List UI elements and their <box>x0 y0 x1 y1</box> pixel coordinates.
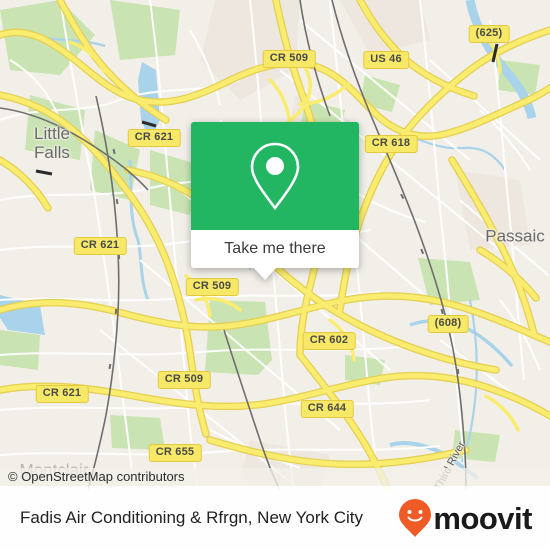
map-canvas[interactable]: Little Falls Passaic Montclair Third Riv… <box>0 0 550 490</box>
page-title: Fadis Air Conditioning & Rfrgn, New York… <box>20 508 363 527</box>
map-attribution[interactable]: © OpenStreetMap contributors <box>0 468 550 486</box>
road-shield-608[interactable]: (608) <box>427 315 469 333</box>
moovit-wordmark: moovit <box>433 500 532 536</box>
road-shield-cr-621-mid[interactable]: CR 621 <box>73 237 127 255</box>
road-shield-cr-509-mid[interactable]: CR 509 <box>185 278 239 296</box>
road-shield-cr-655[interactable]: CR 655 <box>148 444 202 462</box>
road-shield-cr-621-north[interactable]: CR 621 <box>127 129 181 147</box>
road-shield-cr-618[interactable]: CR 618 <box>364 135 418 153</box>
road-shield-625[interactable]: (625) <box>468 25 510 43</box>
location-popup-card[interactable]: Take me there <box>191 122 359 280</box>
road-shield-cr-621-south[interactable]: CR 621 <box>35 385 89 403</box>
popup-footer[interactable]: Take me there <box>191 230 359 280</box>
take-me-there-label: Take me there <box>224 240 326 257</box>
road-shield-cr-509-south[interactable]: CR 509 <box>157 371 211 389</box>
road-shield-us-46[interactable]: US 46 <box>363 51 409 69</box>
map-pin-icon <box>250 142 300 211</box>
road-shield-cr-509-north[interactable]: CR 509 <box>262 50 316 68</box>
moovit-pin-smile-icon <box>399 499 432 537</box>
popup-header <box>191 122 359 230</box>
moovit-map-screenshot: Little Falls Passaic Montclair Third Riv… <box>0 0 550 550</box>
popup-pointer-tail <box>253 267 277 280</box>
bottom-bar: Fadis Air Conditioning & Rfrgn, New York… <box>0 486 550 550</box>
moovit-logo[interactable]: moovit <box>398 498 532 538</box>
road-shield-cr-602[interactable]: CR 602 <box>302 332 356 350</box>
road-shield-cr-644[interactable]: CR 644 <box>300 400 354 418</box>
